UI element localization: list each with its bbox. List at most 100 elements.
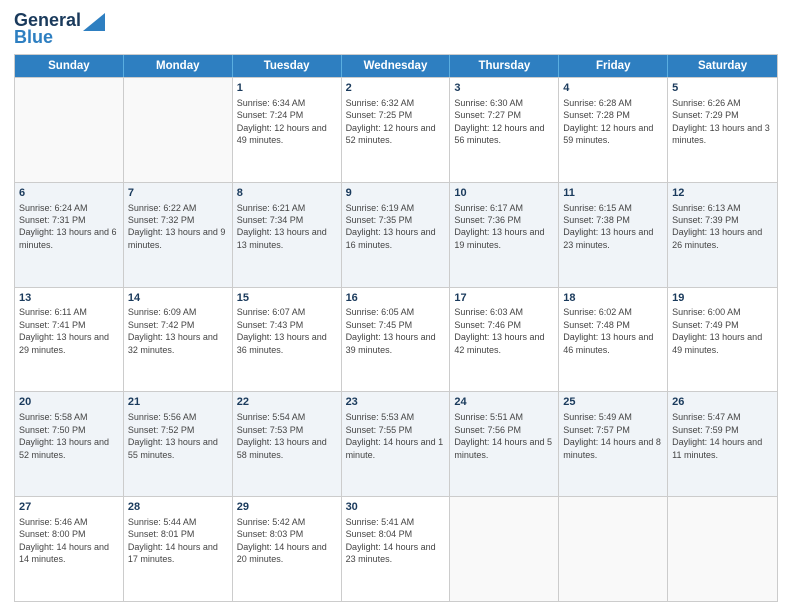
calendar-cell: 15Sunrise: 6:07 AM Sunset: 7:43 PM Dayli… — [233, 288, 342, 392]
day-number: 27 — [19, 500, 119, 515]
cell-info: Sunrise: 6:32 AM Sunset: 7:25 PM Dayligh… — [346, 98, 436, 145]
day-number: 18 — [563, 291, 663, 306]
day-number: 4 — [563, 81, 663, 96]
day-number: 12 — [672, 186, 773, 201]
calendar-cell: 19Sunrise: 6:00 AM Sunset: 7:49 PM Dayli… — [668, 288, 777, 392]
day-number: 25 — [563, 395, 663, 410]
cell-info: Sunrise: 6:17 AM Sunset: 7:36 PM Dayligh… — [454, 203, 544, 250]
day-number: 23 — [346, 395, 446, 410]
day-number: 5 — [672, 81, 773, 96]
calendar-cell: 1 Sunrise: 6:34 AM Sunset: 7:24 PM Daylig… — [233, 78, 342, 182]
calendar-row-4: 27 Sunrise: 5:46 AM Sunset: 8:00 PM Dayli… — [15, 496, 777, 601]
calendar-cell — [450, 497, 559, 601]
cell-info: Sunrise: 6:09 AM Sunset: 7:42 PM Dayligh… — [128, 307, 218, 354]
day-number: 16 — [346, 291, 446, 306]
calendar-cell: 23 Sunrise: 5:53 AM Sunset: 7:55 PM Dayli… — [342, 392, 451, 496]
cell-info: Sunrise: 5:44 AM Sunset: 8:01 PM Dayligh… — [128, 517, 218, 564]
cell-info: Sunrise: 5:49 AM Sunset: 7:57 PM Dayligh… — [563, 412, 661, 459]
calendar-cell: 22Sunrise: 5:54 AM Sunset: 7:53 PM Dayli… — [233, 392, 342, 496]
cell-info: Sunrise: 5:47 AM Sunset: 7:59 PM Dayligh… — [672, 412, 762, 459]
calendar-cell: 18Sunrise: 6:02 AM Sunset: 7:48 PM Dayli… — [559, 288, 668, 392]
cell-info: Sunrise: 6:03 AM Sunset: 7:46 PM Dayligh… — [454, 307, 544, 354]
calendar-cell: 27 Sunrise: 5:46 AM Sunset: 8:00 PM Dayli… — [15, 497, 124, 601]
calendar-cell: 2 Sunrise: 6:32 AM Sunset: 7:25 PM Daylig… — [342, 78, 451, 182]
page: General Blue SundayMondayTuesdayWednesda… — [0, 0, 792, 612]
header-cell-sunday: Sunday — [15, 55, 124, 77]
calendar-cell: 10 Sunrise: 6:17 AM Sunset: 7:36 PM Dayli… — [450, 183, 559, 287]
cell-info: Sunrise: 6:05 AM Sunset: 7:45 PM Dayligh… — [346, 307, 436, 354]
calendar-row-0: 1 Sunrise: 6:34 AM Sunset: 7:24 PM Daylig… — [15, 77, 777, 182]
header-cell-thursday: Thursday — [450, 55, 559, 77]
calendar-cell — [124, 78, 233, 182]
calendar-cell: 28 Sunrise: 5:44 AM Sunset: 8:01 PM Dayli… — [124, 497, 233, 601]
header: General Blue — [14, 10, 778, 48]
calendar-cell: 30Sunrise: 5:41 AM Sunset: 8:04 PM Dayli… — [342, 497, 451, 601]
cell-info: Sunrise: 5:53 AM Sunset: 7:55 PM Dayligh… — [346, 412, 444, 459]
cell-info: Sunrise: 6:34 AM Sunset: 7:24 PM Dayligh… — [237, 98, 327, 145]
day-number: 10 — [454, 186, 554, 201]
cell-info: Sunrise: 6:00 AM Sunset: 7:49 PM Dayligh… — [672, 307, 762, 354]
day-number: 9 — [346, 186, 446, 201]
header-cell-friday: Friday — [559, 55, 668, 77]
cell-info: Sunrise: 5:42 AM Sunset: 8:03 PM Dayligh… — [237, 517, 327, 564]
calendar-cell: 9 Sunrise: 6:19 AM Sunset: 7:35 PM Daylig… — [342, 183, 451, 287]
calendar-cell: 29 Sunrise: 5:42 AM Sunset: 8:03 PM Dayli… — [233, 497, 342, 601]
calendar-row-3: 20Sunrise: 5:58 AM Sunset: 7:50 PM Dayli… — [15, 391, 777, 496]
calendar-cell: 4 Sunrise: 6:28 AM Sunset: 7:28 PM Daylig… — [559, 78, 668, 182]
cell-info: Sunrise: 6:26 AM Sunset: 7:29 PM Dayligh… — [672, 98, 770, 145]
calendar-cell: 5 Sunrise: 6:26 AM Sunset: 7:29 PM Daylig… — [668, 78, 777, 182]
day-number: 2 — [346, 81, 446, 96]
cell-info: Sunrise: 6:24 AM Sunset: 7:31 PM Dayligh… — [19, 203, 117, 250]
header-cell-monday: Monday — [124, 55, 233, 77]
header-cell-tuesday: Tuesday — [233, 55, 342, 77]
calendar-cell: 26 Sunrise: 5:47 AM Sunset: 7:59 PM Dayli… — [668, 392, 777, 496]
calendar: SundayMondayTuesdayWednesdayThursdayFrid… — [14, 54, 778, 602]
cell-info: Sunrise: 6:11 AM Sunset: 7:41 PM Dayligh… — [19, 307, 109, 354]
calendar-row-2: 13Sunrise: 6:11 AM Sunset: 7:41 PM Dayli… — [15, 287, 777, 392]
cell-info: Sunrise: 5:41 AM Sunset: 8:04 PM Dayligh… — [346, 517, 436, 564]
day-number: 3 — [454, 81, 554, 96]
cell-info: Sunrise: 5:54 AM Sunset: 7:53 PM Dayligh… — [237, 412, 327, 459]
calendar-cell — [668, 497, 777, 601]
cell-info: Sunrise: 5:46 AM Sunset: 8:00 PM Dayligh… — [19, 517, 109, 564]
day-number: 6 — [19, 186, 119, 201]
cell-info: Sunrise: 5:51 AM Sunset: 7:56 PM Dayligh… — [454, 412, 552, 459]
calendar-cell: 11Sunrise: 6:15 AM Sunset: 7:38 PM Dayli… — [559, 183, 668, 287]
day-number: 20 — [19, 395, 119, 410]
calendar-cell: 3 Sunrise: 6:30 AM Sunset: 7:27 PM Daylig… — [450, 78, 559, 182]
cell-info: Sunrise: 6:19 AM Sunset: 7:35 PM Dayligh… — [346, 203, 436, 250]
calendar-cell: 16Sunrise: 6:05 AM Sunset: 7:45 PM Dayli… — [342, 288, 451, 392]
day-number: 17 — [454, 291, 554, 306]
day-number: 8 — [237, 186, 337, 201]
cell-info: Sunrise: 6:21 AM Sunset: 7:34 PM Dayligh… — [237, 203, 327, 250]
calendar-cell — [559, 497, 668, 601]
calendar-cell: 8 Sunrise: 6:21 AM Sunset: 7:34 PM Daylig… — [233, 183, 342, 287]
calendar-cell: 12 Sunrise: 6:13 AM Sunset: 7:39 PM Dayli… — [668, 183, 777, 287]
calendar-cell: 25 Sunrise: 5:49 AM Sunset: 7:57 PM Dayli… — [559, 392, 668, 496]
calendar-cell: 13Sunrise: 6:11 AM Sunset: 7:41 PM Dayli… — [15, 288, 124, 392]
day-number: 7 — [128, 186, 228, 201]
cell-info: Sunrise: 6:02 AM Sunset: 7:48 PM Dayligh… — [563, 307, 653, 354]
calendar-cell: 14Sunrise: 6:09 AM Sunset: 7:42 PM Dayli… — [124, 288, 233, 392]
cell-info: Sunrise: 6:13 AM Sunset: 7:39 PM Dayligh… — [672, 203, 762, 250]
cell-info: Sunrise: 6:28 AM Sunset: 7:28 PM Dayligh… — [563, 98, 653, 145]
calendar-body: 1 Sunrise: 6:34 AM Sunset: 7:24 PM Daylig… — [15, 77, 777, 601]
calendar-cell: 6 Sunrise: 6:24 AM Sunset: 7:31 PM Daylig… — [15, 183, 124, 287]
calendar-cell: 17Sunrise: 6:03 AM Sunset: 7:46 PM Dayli… — [450, 288, 559, 392]
day-number: 29 — [237, 500, 337, 515]
calendar-cell: 24 Sunrise: 5:51 AM Sunset: 7:56 PM Dayli… — [450, 392, 559, 496]
day-number: 26 — [672, 395, 773, 410]
cell-info: Sunrise: 6:07 AM Sunset: 7:43 PM Dayligh… — [237, 307, 327, 354]
cell-info: Sunrise: 6:30 AM Sunset: 7:27 PM Dayligh… — [454, 98, 544, 145]
day-number: 15 — [237, 291, 337, 306]
calendar-row-1: 6 Sunrise: 6:24 AM Sunset: 7:31 PM Daylig… — [15, 182, 777, 287]
header-cell-saturday: Saturday — [668, 55, 777, 77]
cell-info: Sunrise: 6:22 AM Sunset: 7:32 PM Dayligh… — [128, 203, 226, 250]
logo-blue: Blue — [14, 27, 53, 48]
cell-info: Sunrise: 6:15 AM Sunset: 7:38 PM Dayligh… — [563, 203, 653, 250]
day-number: 24 — [454, 395, 554, 410]
calendar-cell: 7 Sunrise: 6:22 AM Sunset: 7:32 PM Daylig… — [124, 183, 233, 287]
day-number: 1 — [237, 81, 337, 96]
day-number: 28 — [128, 500, 228, 515]
logo-icon — [83, 13, 105, 31]
